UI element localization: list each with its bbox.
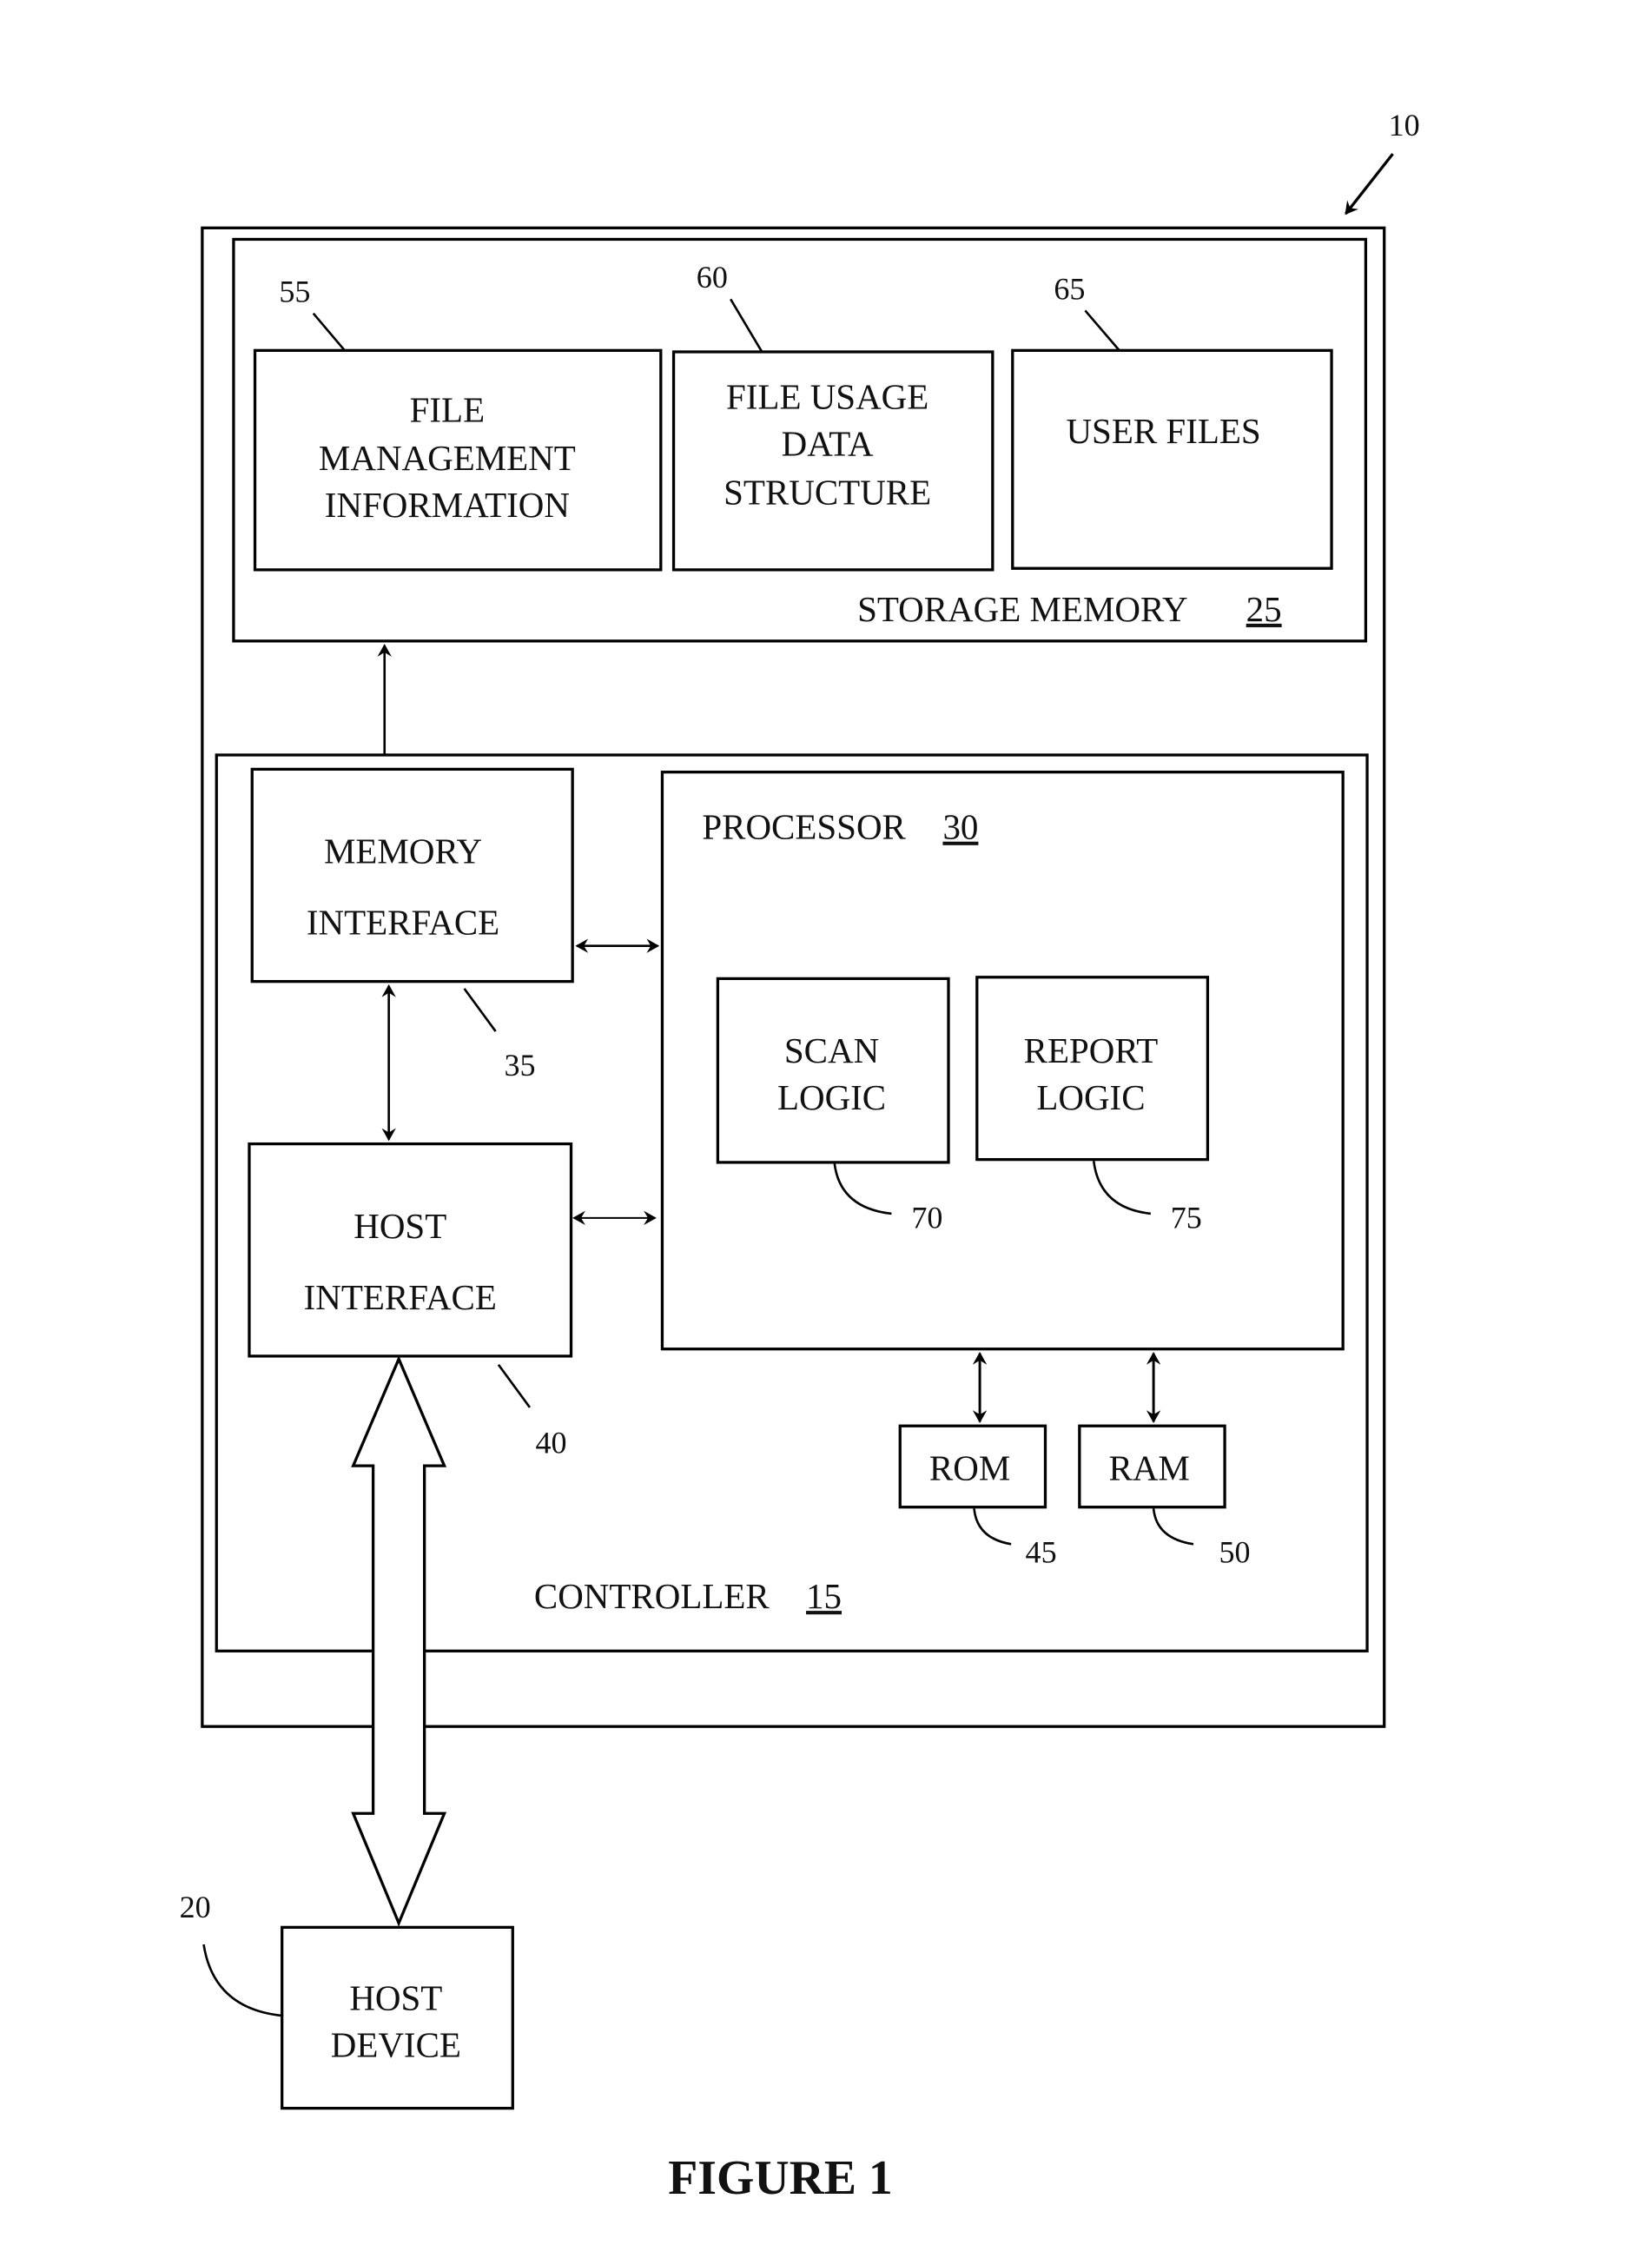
memory-interface-box bbox=[250, 767, 574, 983]
processor-ref: 30 bbox=[942, 807, 978, 847]
file-usage-line2: DATA bbox=[782, 424, 874, 464]
ref-60: 60 bbox=[697, 260, 728, 295]
memif-line1: MEMORY bbox=[324, 831, 482, 871]
system-pointer-arrow bbox=[1345, 153, 1394, 215]
ram-label: RAM bbox=[1109, 1448, 1190, 1488]
ref-35: 35 bbox=[504, 1048, 535, 1083]
rom-label: ROM bbox=[929, 1448, 1010, 1488]
processor-label: PROCESSOR bbox=[702, 807, 906, 847]
report-line2: LOGIC bbox=[1036, 1077, 1145, 1117]
controller-label: CONTROLLER bbox=[534, 1576, 770, 1616]
ref-system: 10 bbox=[1389, 108, 1420, 142]
leader-20 bbox=[202, 1944, 282, 2017]
scan-line2: LOGIC bbox=[777, 1077, 886, 1117]
controller-ref: 15 bbox=[806, 1576, 842, 1616]
file-mgmt-line2: MANAGEMENT bbox=[319, 438, 576, 478]
ref-55: 55 bbox=[279, 275, 310, 309]
file-usage-line1: FILE USAGE bbox=[726, 377, 928, 417]
ref-45: 45 bbox=[1026, 1535, 1057, 1570]
report-line1: REPORT bbox=[1024, 1030, 1159, 1070]
scan-line1: SCAN bbox=[784, 1030, 879, 1070]
file-mgmt-line1: FILE bbox=[410, 389, 485, 429]
host-interface-box bbox=[248, 1142, 573, 1358]
ref-70: 70 bbox=[911, 1200, 942, 1235]
storage-memory-ref: 25 bbox=[1246, 589, 1282, 629]
file-mgmt-line3: INFORMATION bbox=[325, 485, 570, 525]
host-device-line1: HOST bbox=[349, 1977, 442, 2017]
file-usage-line3: STRUCTURE bbox=[724, 472, 931, 512]
ref-75: 75 bbox=[1171, 1200, 1202, 1235]
ref-50: 50 bbox=[1219, 1535, 1251, 1570]
user-files-label: USER FILES bbox=[1066, 411, 1260, 451]
hostif-line2: INTERFACE bbox=[304, 1277, 497, 1317]
ref-20: 20 bbox=[180, 1890, 211, 1924]
ref-65: 65 bbox=[1054, 271, 1085, 306]
block-diagram: 10 FILE MANAGEMENT INFORMATION FILE USAG… bbox=[180, 108, 1420, 2205]
memif-line2: INTERFACE bbox=[307, 903, 499, 943]
host-device-line2: DEVICE bbox=[331, 2025, 461, 2065]
storage-memory-label: STORAGE MEMORY bbox=[857, 589, 1188, 629]
user-files-box bbox=[1011, 348, 1333, 570]
hostif-line1: HOST bbox=[354, 1206, 446, 1246]
figure-caption: FIGURE 1 bbox=[668, 2151, 893, 2205]
ref-40: 40 bbox=[536, 1425, 567, 1460]
